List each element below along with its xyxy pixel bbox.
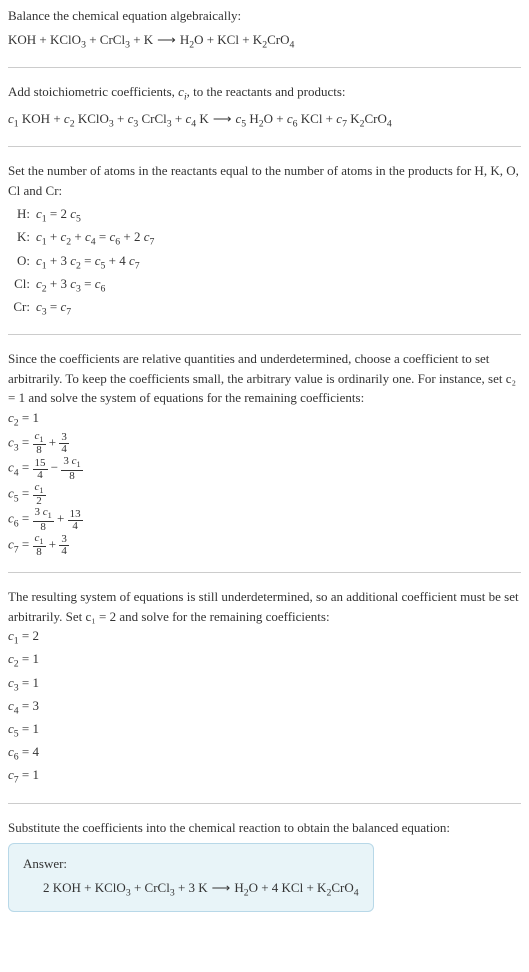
section-problem: Balance the chemical equation algebraica… bbox=[8, 6, 521, 68]
element-eq: c1 + 3 c2 = c5 + 4 c7 bbox=[36, 251, 521, 274]
table-row: K:c1 + c2 + c4 = c6 + 2 c7 bbox=[8, 227, 521, 250]
element-eq: c1 + c2 + c4 = c6 + 2 c7 bbox=[36, 227, 521, 250]
table-row: O:c1 + 3 c2 = c5 + 4 c7 bbox=[8, 251, 521, 274]
section-atom-equations: Set the number of atoms in the reactants… bbox=[8, 161, 521, 335]
c7-eq: c7 = c18 + 34 bbox=[8, 533, 521, 558]
coeff-equation: c1 KOH + c2 KClO3 + c3 CrCl3 + c4 K⟶c5 H… bbox=[8, 109, 521, 132]
section-add-coefficients: Add stoichiometric coefficients, ci, to … bbox=[8, 82, 521, 147]
problem-text: Balance the chemical equation algebraica… bbox=[8, 6, 521, 26]
table-row: Cr:c3 = c7 bbox=[8, 297, 521, 320]
balanced-equation: 2 KOH + KClO3 + CrCl3 + 3 K⟶H2O + 4 KCl … bbox=[23, 878, 359, 901]
c4-final: c4 = 3 bbox=[8, 696, 521, 719]
element-eq: c2 + 3 c3 = c6 bbox=[36, 274, 521, 297]
substitute-text: Substitute the coefficients into the che… bbox=[8, 818, 521, 838]
atom-eq-text: Set the number of atoms in the reactants… bbox=[8, 161, 521, 200]
c6-eq: c6 = 3 c18 + 134 bbox=[8, 507, 521, 532]
section-answer: Substitute the coefficients into the che… bbox=[8, 818, 521, 912]
unbalanced-equation: KOH + KClO3 + CrCl3 + K⟶H2O + KCl + K2Cr… bbox=[8, 30, 521, 53]
answer-box: Answer: 2 KOH + KClO3 + CrCl3 + 3 K⟶H2O … bbox=[8, 843, 374, 912]
section-final-solve: The resulting system of equations is sti… bbox=[8, 587, 521, 804]
table-row: Cl:c2 + 3 c3 = c6 bbox=[8, 274, 521, 297]
section-partial-solve: Since the coefficients are relative quan… bbox=[8, 349, 521, 573]
element-eq: c3 = c7 bbox=[36, 297, 521, 320]
c5-eq: c5 = c12 bbox=[8, 482, 521, 507]
c4-eq: c4 = 154 − 3 c18 bbox=[8, 456, 521, 481]
element-label: H: bbox=[8, 204, 36, 227]
table-row: H:c1 = 2 c5 bbox=[8, 204, 521, 227]
answer-label: Answer: bbox=[23, 854, 359, 874]
c5-final: c5 = 1 bbox=[8, 719, 521, 742]
partial-solve-text: Since the coefficients are relative quan… bbox=[8, 349, 521, 408]
atom-equations-table: H:c1 = 2 c5 K:c1 + c2 + c4 = c6 + 2 c7 O… bbox=[8, 204, 521, 320]
c3-final: c3 = 1 bbox=[8, 673, 521, 696]
c3-eq: c3 = c18 + 34 bbox=[8, 431, 521, 456]
element-eq: c1 = 2 c5 bbox=[36, 204, 521, 227]
c2-final: c2 = 1 bbox=[8, 649, 521, 672]
element-label: O: bbox=[8, 251, 36, 274]
element-label: Cr: bbox=[8, 297, 36, 320]
final-solve-text: The resulting system of equations is sti… bbox=[8, 587, 521, 626]
element-label: K: bbox=[8, 227, 36, 250]
add-coeff-text: Add stoichiometric coefficients, ci, to … bbox=[8, 82, 521, 105]
c1-final: c1 = 2 bbox=[8, 626, 521, 649]
element-label: Cl: bbox=[8, 274, 36, 297]
c6-final: c6 = 4 bbox=[8, 742, 521, 765]
c7-final: c7 = 1 bbox=[8, 765, 521, 788]
c2-eq: c2 = 1 bbox=[8, 408, 521, 431]
